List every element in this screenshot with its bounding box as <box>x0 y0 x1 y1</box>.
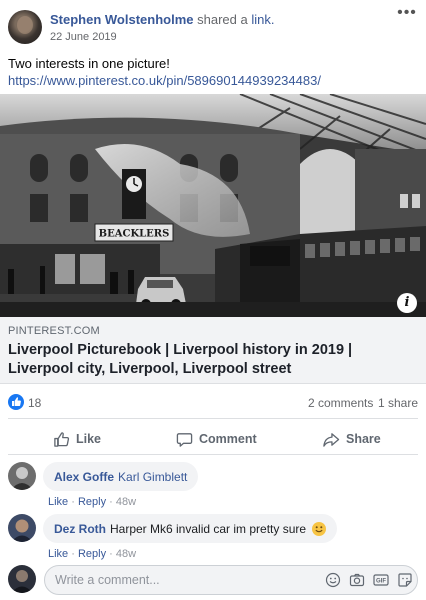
comment-count[interactable]: 2 comments <box>308 396 373 410</box>
post-text: Two interests in one picture! <box>8 56 170 71</box>
comment-bubble: Dez Roth Harper Mk6 invalid car im prett… <box>43 514 338 543</box>
share-arrow-icon <box>323 432 340 447</box>
comment-reply-link[interactable]: Reply <box>78 548 106 560</box>
svg-text:GIF: GIF <box>376 579 386 585</box>
post-date[interactable]: 22 June 2019 <box>50 31 117 43</box>
thumbs-up-icon <box>54 431 70 447</box>
post-header: Stephen Wolstenholme shared a link. 22 J… <box>0 0 426 50</box>
comment-composer: GIF <box>8 563 418 595</box>
comment-mention[interactable]: Karl Gimblett <box>118 470 187 484</box>
comment-input-box[interactable]: GIF <box>44 565 418 595</box>
station-photo: BEACKLERS <box>0 94 426 317</box>
emoji-icon[interactable] <box>325 572 341 588</box>
share-button[interactable]: Share <box>322 428 381 450</box>
link-card[interactable]: PINTEREST.COM Liverpool Picturebook | Li… <box>0 317 426 384</box>
like-reaction-icon[interactable] <box>8 394 24 410</box>
comment-actions: Like · Reply · 48w <box>48 496 137 508</box>
commenter-avatar[interactable] <box>8 514 36 542</box>
comment-reply-link[interactable]: Reply <box>78 496 106 508</box>
current-user-avatar[interactable] <box>8 565 36 593</box>
divider <box>8 418 418 419</box>
gif-icon[interactable]: GIF <box>373 572 389 588</box>
author-avatar[interactable] <box>8 10 42 44</box>
link-preview-image[interactable]: BEACKLERS i <box>0 94 426 317</box>
station-sign-text: BEACKLERS <box>99 229 170 240</box>
like-button-label: Like <box>76 432 102 446</box>
author-line: Stephen Wolstenholme shared a link. <box>50 12 274 27</box>
camera-icon[interactable] <box>349 572 365 588</box>
comment-author[interactable]: Dez Roth <box>54 522 106 536</box>
divider <box>8 454 418 455</box>
comment-input[interactable] <box>55 566 305 594</box>
author-name[interactable]: Stephen Wolstenholme <box>50 12 194 27</box>
sticker-icon[interactable] <box>397 572 413 588</box>
share-action-text: shared a <box>197 12 248 27</box>
comment-icon <box>176 432 193 447</box>
comment-timestamp[interactable]: 48w <box>116 548 136 560</box>
comment-button-label: Comment <box>199 432 257 446</box>
comment-like-link[interactable]: Like <box>48 496 68 508</box>
share-button-label: Share <box>346 432 381 446</box>
more-options-icon[interactable]: ••• <box>396 5 418 24</box>
info-icon[interactable]: i <box>397 293 417 313</box>
commenter-avatar[interactable] <box>8 462 36 490</box>
comment-text: Harper Mk6 invalid car im pretty sure <box>110 521 307 536</box>
comment-timestamp[interactable]: 48w <box>116 496 136 508</box>
share-count[interactable]: 1 share <box>378 396 418 410</box>
link-title[interactable]: Liverpool Picturebook | Liverpool histor… <box>8 341 413 379</box>
post-url-link[interactable]: https://www.pinterest.co.uk/pin/58969014… <box>8 72 321 89</box>
reaction-summary: 18 2 comments 1 share <box>0 392 426 412</box>
link-domain: PINTEREST.COM <box>8 325 100 337</box>
comment-author[interactable]: Alex Goffe <box>54 470 114 484</box>
comment-actions: Like · Reply · 48w <box>48 548 137 560</box>
like-button[interactable]: Like <box>53 428 101 450</box>
like-count[interactable]: 18 <box>28 396 41 410</box>
comment-like-link[interactable]: Like <box>48 548 68 560</box>
smile-emoji-icon <box>312 521 327 536</box>
comment-bubble: Alex Goffe Karl Gimblett <box>43 462 199 491</box>
comment-button[interactable]: Comment <box>176 428 257 450</box>
shared-link-word[interactable]: link. <box>251 12 274 27</box>
